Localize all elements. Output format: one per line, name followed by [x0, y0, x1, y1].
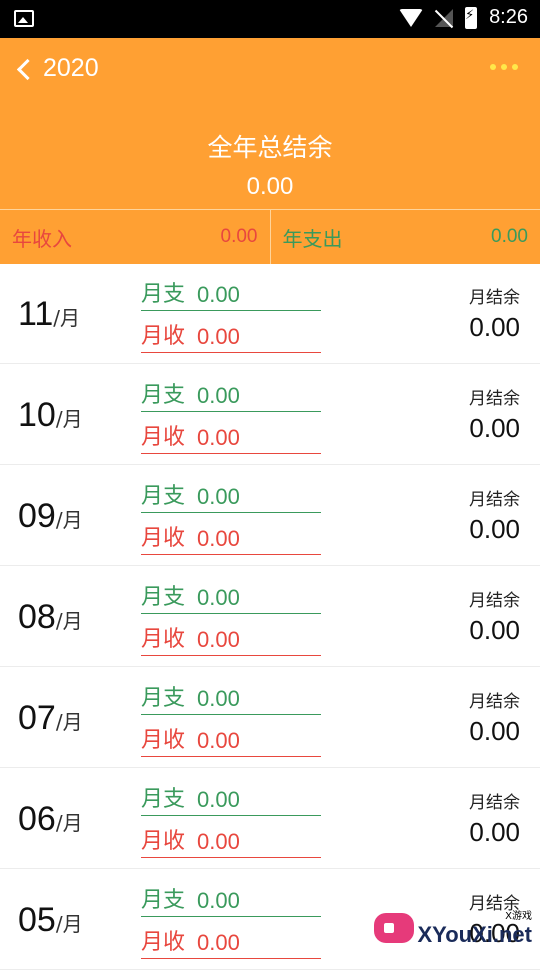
status-bar: 8:26: [0, 0, 540, 38]
month-label: 08/月: [18, 598, 83, 637]
status-time: 8:26: [489, 6, 528, 29]
month-income: 月收0.00: [141, 818, 321, 858]
watermark-small-text: X游戏: [505, 907, 532, 922]
month-income: 月收0.00: [141, 717, 321, 757]
month-row[interactable]: 10/月 月支0.00 月收0.00 月结余0.00: [0, 364, 540, 465]
total-balance-value: 0.00: [0, 173, 540, 201]
watermark: X游戏 XYouXi.net: [374, 907, 533, 948]
month-label: 11/月: [18, 295, 80, 334]
month-expense: 月支0.00: [141, 675, 321, 715]
month-balance: 月结余0.00: [469, 687, 520, 747]
month-balance: 月结余0.00: [469, 485, 520, 545]
image-notification-icon: [14, 10, 34, 27]
chevron-left-icon: [17, 59, 38, 80]
month-income: 月收0.00: [141, 919, 321, 959]
battery-charging-icon: [465, 7, 477, 29]
header: 2020 全年总结余 0.00: [0, 38, 540, 209]
month-expense: 月支0.00: [141, 574, 321, 614]
month-row[interactable]: 06/月 月支0.00 月收0.00 月结余0.00: [0, 768, 540, 869]
month-expense: 月支0.00: [141, 877, 321, 917]
month-income: 月收0.00: [141, 515, 321, 555]
status-icons: 8:26: [399, 6, 528, 29]
month-row[interactable]: 11/月 月支0.00 月收0.00 月结余0.00: [0, 263, 540, 364]
month-balance: 月结余0.00: [469, 384, 520, 444]
year-income-value: 0.00: [221, 226, 258, 248]
year-title: 2020: [43, 54, 99, 83]
year-income-label: 年收入: [12, 223, 72, 252]
month-row[interactable]: 09/月 月支0.00 月收0.00 月结余0.00: [0, 465, 540, 566]
no-signal-icon: [435, 9, 453, 27]
total-balance-label: 全年总结余: [0, 128, 540, 164]
month-income: 月收0.00: [141, 313, 321, 353]
month-expense: 月支0.00: [141, 271, 321, 311]
year-income: 年收入 0.00: [0, 210, 270, 264]
month-label: 10/月: [18, 396, 83, 435]
month-balance: 月结余0.00: [469, 283, 520, 343]
watermark-main-text: XYouXi.net: [418, 922, 533, 948]
more-dots-icon: [490, 64, 496, 70]
month-row[interactable]: 07/月 月支0.00 月收0.00 月结余0.00: [0, 667, 540, 768]
year-expense-value: 0.00: [491, 226, 528, 248]
month-label: 07/月: [18, 699, 83, 738]
month-expense: 月支0.00: [141, 372, 321, 412]
month-label: 05/月: [18, 901, 83, 940]
month-expense: 月支0.00: [141, 473, 321, 513]
month-label: 06/月: [18, 800, 83, 839]
gamepad-logo-icon: [374, 913, 414, 943]
month-income: 月收0.00: [141, 616, 321, 656]
year-summary: 年收入 0.00 年支出 0.00: [0, 209, 540, 264]
month-balance: 月结余0.00: [469, 788, 520, 848]
month-expense: 月支0.00: [141, 776, 321, 816]
month-list: 11/月 月支0.00 月收0.00 月结余0.00 10/月 月支0.00 月…: [0, 263, 540, 970]
month-label: 09/月: [18, 497, 83, 536]
month-income: 月收0.00: [141, 414, 321, 454]
back-button[interactable]: 2020: [20, 54, 99, 83]
year-expense-label: 年支出: [283, 223, 343, 252]
more-options-button[interactable]: [490, 64, 518, 70]
year-expense: 年支出 0.00: [270, 210, 540, 264]
month-balance: 月结余0.00: [469, 586, 520, 646]
month-row[interactable]: 08/月 月支0.00 月收0.00 月结余0.00: [0, 566, 540, 667]
wifi-icon: [399, 9, 423, 27]
